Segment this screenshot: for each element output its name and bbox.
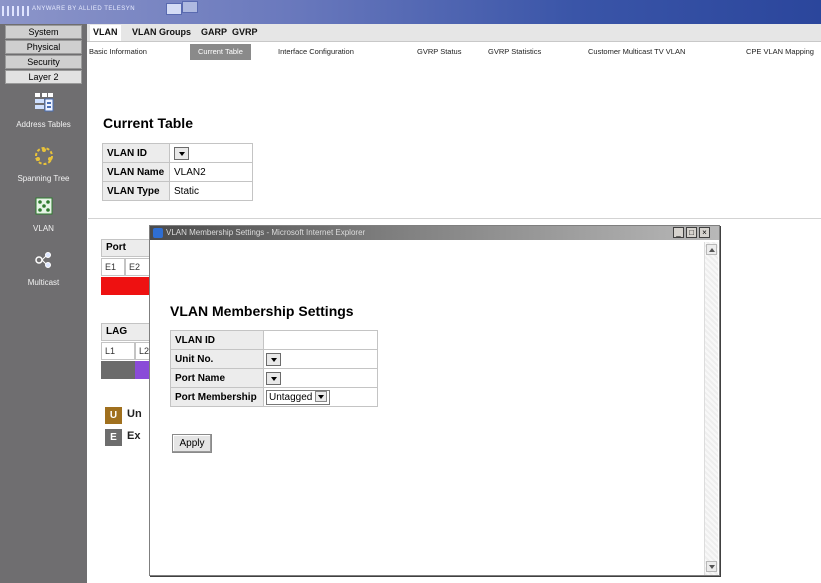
subtab-cpe-vlan-mapping[interactable]: CPE VLAN Mapping [746,47,814,56]
nav-vlan-label: VLAN [33,224,54,233]
port-name-label: Port Name [170,368,264,388]
subtab-current-table[interactable]: Current Table [190,44,251,60]
port-e2-label: E2 [125,258,151,276]
vlan-type-label: VLAN Type [102,181,170,201]
popup-titlebar[interactable]: VLAN Membership Settings - Microsoft Int… [150,226,719,240]
nav-tab-system[interactable]: System [5,25,82,39]
membership-form: VLAN ID Unit No. Port Name Port Membersh… [170,330,378,407]
nav-multicast[interactable]: Multicast [0,250,87,287]
spanning-tree-icon [34,147,53,165]
lag-l1-status[interactable] [101,361,135,379]
vlan-id-label: VLAN ID [102,143,170,163]
port-membership-value: Untagged [269,391,313,403]
port-name-dropdown[interactable] [266,371,281,385]
multicast-icon [34,252,51,268]
legend-excluded-badge: E [105,429,122,446]
tab-vlan[interactable]: VLAN [90,25,121,41]
current-table-info: VLAN ID VLAN Name VLAN2 VLAN Type Static [102,143,253,201]
vlan-id-cell [169,143,253,163]
nav-tab-physical[interactable]: Physical [5,40,82,54]
subtab-gvrp-statistics[interactable]: GVRP Statistics [488,47,541,56]
subtab-gvrp-status[interactable]: GVRP Status [417,47,461,56]
stripes-logo-icon [2,6,30,16]
subtab-interface-configuration[interactable]: Interface Configuration [278,47,354,56]
vlan-name-value: VLAN2 [169,162,253,182]
nav-spanning-tree-label: Spanning Tree [17,174,70,183]
legend-excluded-text: Ex [127,430,141,442]
nav-vlan[interactable]: VLAN [0,196,87,233]
port-e1-label: E1 [101,258,125,276]
subtab-basic-information[interactable]: Basic Information [89,47,147,56]
close-icon[interactable]: × [699,227,710,238]
subtab-customer-multicast-tv-vlan[interactable]: Customer Multicast TV VLAN [588,47,685,56]
unit-no-cell [263,349,378,369]
chevron-down-icon [315,391,328,403]
port-name-cell [263,368,378,388]
popup-heading: VLAN Membership Settings [170,303,354,319]
tab-gvrp[interactable]: GVRP [232,27,258,37]
vlan-id-dropdown[interactable] [174,146,189,160]
legend-untagged-badge: U [105,407,122,424]
divider [88,218,821,219]
popup-vlan-id-label: VLAN ID [170,330,264,350]
left-navigation: System Physical Security Layer 2 Address… [0,24,87,583]
minimize-icon[interactable]: _ [673,227,684,238]
popup-scrollbar[interactable] [704,242,718,575]
port-membership-label: Port Membership [170,387,264,407]
tab-garp[interactable]: GARP [201,27,227,37]
nav-tab-security[interactable]: Security [5,55,82,69]
apply-button[interactable]: Apply [172,434,212,453]
sub-tab-bar: Basic Information Current Table Interfac… [87,43,821,61]
lag-header: LAG [101,323,151,341]
popup-title: VLAN Membership Settings - Microsoft Int… [166,228,366,237]
vlan-name-label: VLAN Name [102,162,170,182]
scroll-down-icon[interactable] [706,561,717,572]
scroll-up-icon[interactable] [706,244,717,255]
tab-vlan-groups[interactable]: VLAN Groups [132,27,191,37]
nav-tab-layer2[interactable]: Layer 2 [5,70,82,84]
product-logo-icon [166,1,206,19]
ie-icon [153,228,163,238]
port-header: Port [101,239,151,257]
vlan-type-value: Static [169,181,253,201]
popup-vlan-id-value [263,330,378,350]
nav-spanning-tree[interactable]: Spanning Tree [0,146,87,183]
address-tables-icon [34,93,53,112]
vlan-icon [35,197,52,215]
top-tab-bar: VLAN VLAN Groups GARP GVRP [87,24,821,42]
unit-no-label: Unit No. [170,349,264,369]
vlan-membership-popup: VLAN Membership Settings - Microsoft Int… [149,225,720,576]
maximize-icon[interactable]: □ [686,227,697,238]
page-title: Current Table [103,115,193,131]
nav-address-tables[interactable]: Address Tables [0,92,87,129]
lag-l1-label: L1 [101,342,135,360]
nav-address-tables-label: Address Tables [16,120,71,129]
nav-multicast-label: Multicast [27,278,60,287]
browser-page: ANYWARE BY ALLIED TELESYN System Physica… [0,0,821,583]
brand-text: ANYWARE BY ALLIED TELESYN [32,6,136,12]
unit-no-dropdown[interactable] [266,352,281,366]
legend-untagged-text: Un [127,408,142,420]
popup-content: VLAN Membership Settings VLAN ID Unit No… [152,242,704,575]
port-membership-select[interactable]: Untagged [266,389,331,405]
top-banner: ANYWARE BY ALLIED TELESYN [0,0,821,24]
port-row-status[interactable] [101,277,149,295]
port-membership-cell: Untagged [263,387,378,407]
